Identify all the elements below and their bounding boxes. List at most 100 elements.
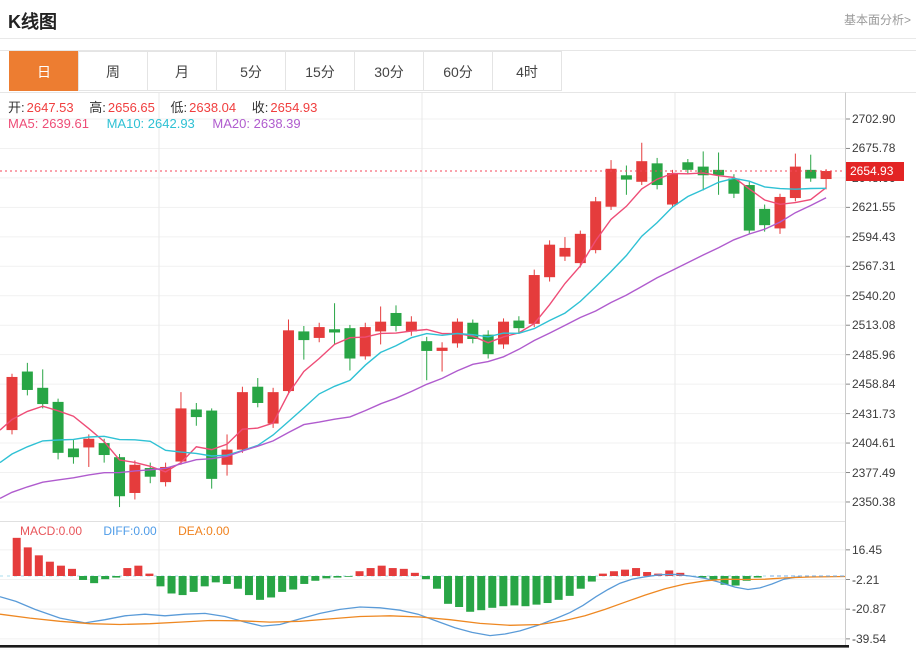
tab-day[interactable]: 日 (9, 51, 79, 91)
tab-week[interactable]: 周 (78, 51, 148, 91)
macd-histogram-bar (245, 576, 253, 595)
candle-body (344, 328, 355, 358)
macd-histogram-bar (190, 576, 198, 592)
y-axis-label: 2702.90 (852, 112, 895, 126)
high-value: 2656.65 (108, 100, 155, 115)
candle-body (375, 322, 386, 332)
ma10-line (0, 178, 826, 462)
candle-body (360, 327, 371, 356)
macd-histogram-bar (134, 566, 142, 576)
candle-body (452, 322, 463, 344)
macd-info-row: MACD:0.00 DIFF:0.00 DEA:0.00 (20, 524, 229, 538)
close-label: 收: (252, 100, 269, 115)
candle-body (544, 245, 555, 278)
macd-histogram-bar (212, 576, 220, 582)
tab-month[interactable]: 月 (147, 51, 217, 91)
y-axis-label: 2404.61 (852, 436, 895, 450)
candle-body (83, 439, 94, 448)
y-axis-label: 2675.78 (852, 141, 895, 155)
candle-body (22, 372, 33, 390)
ma-info-row: MA5: 2639.61 MA10: 2642.93 MA20: 2638.39 (8, 116, 301, 131)
ma20-readout: MA20: 2638.39 (212, 116, 300, 131)
macd-histogram-bar (300, 576, 308, 584)
open-label: 开: (8, 100, 25, 115)
macd-histogram-bar (57, 566, 65, 576)
macd-histogram-bar (466, 576, 474, 612)
macd-histogram-bar (632, 568, 640, 576)
candle-body (682, 162, 693, 170)
high-label: 高: (89, 100, 106, 115)
macd-histogram-bar (621, 570, 629, 576)
y-axis-label: 2431.73 (852, 407, 895, 421)
low-label: 低: (171, 100, 188, 115)
macd-histogram-bar (588, 576, 596, 582)
macd-histogram-bar (533, 576, 541, 605)
candle-body (298, 331, 309, 340)
candle-body (667, 173, 678, 204)
candle-body (175, 408, 186, 461)
tab-30min[interactable]: 30分 (354, 51, 424, 91)
y-axis-label: 2594.43 (852, 230, 895, 244)
candle-body (283, 330, 294, 391)
macd-histogram-bar (422, 576, 430, 579)
candle-body (114, 457, 125, 496)
y-axis-label: 2540.20 (852, 289, 895, 303)
current-price-badge: 2654.93 (846, 162, 904, 181)
page-title: K线图 (8, 8, 57, 34)
macd-histogram-bar (267, 576, 275, 597)
macd-histogram-bar (345, 576, 353, 577)
candle-body (268, 392, 279, 423)
tab-60min[interactable]: 60分 (423, 51, 493, 91)
interval-tabs: 日周月5分15分30分60分4时 (10, 51, 562, 91)
low-value: 2638.04 (189, 100, 236, 115)
macd-histogram-bar (333, 576, 341, 578)
macd-readout: MACD:0.00 (20, 524, 82, 538)
macd-histogram-bar (566, 576, 574, 596)
candle-body (529, 275, 540, 324)
macd-histogram-bar (68, 569, 76, 576)
macd-histogram-bar (455, 576, 463, 607)
dea-readout: DEA:0.00 (178, 524, 229, 538)
fundamental-analysis-link[interactable]: 基本面分析> (844, 11, 911, 28)
candle-body (513, 321, 524, 329)
tab-15min[interactable]: 15分 (285, 51, 355, 91)
macd-histogram-bar (643, 572, 651, 576)
macd-histogram-bar (201, 576, 209, 586)
macd-axis-label: -2.21 (852, 573, 879, 587)
macd-histogram-bar (732, 576, 740, 586)
macd-histogram-bar (13, 538, 21, 576)
y-axis-label: 2621.55 (852, 200, 895, 214)
candle-body (37, 388, 48, 404)
macd-histogram-bar (599, 574, 607, 576)
y-axis-label: 2350.38 (852, 495, 895, 509)
macd-axis-label: 16.45 (852, 543, 882, 557)
y-axis-label: 2377.49 (852, 466, 895, 480)
tab-5min[interactable]: 5分 (216, 51, 286, 91)
macd-histogram-bar (577, 576, 585, 589)
macd-histogram-bar (521, 576, 529, 606)
macd-histogram-bar (223, 576, 231, 584)
macd-histogram-bar (378, 566, 386, 576)
macd-histogram-bar (234, 576, 242, 589)
macd-histogram-bar (389, 568, 397, 576)
macd-histogram-bar (123, 568, 131, 576)
macd-histogram-bar (145, 574, 153, 576)
macd-histogram-bar (477, 576, 485, 610)
ma10-readout: MA10: 2642.93 (107, 116, 195, 131)
macd-histogram-bar (433, 576, 441, 589)
candle-body (252, 387, 263, 403)
macd-histogram-bar (544, 576, 552, 603)
candle-body (606, 169, 617, 207)
macd-histogram-bar (278, 576, 286, 592)
ohlc-info-row: 开:2647.53 高:2656.65 低:2638.04 收:2654.93 (8, 97, 317, 116)
y-axis-label: 2567.31 (852, 259, 895, 273)
candle-body (437, 348, 448, 351)
close-value: 2654.93 (270, 100, 317, 115)
candle-body (68, 449, 79, 458)
candle-body (590, 201, 601, 250)
macd-histogram-bar (168, 576, 176, 593)
macd-histogram-bar (35, 555, 43, 576)
tab-4hour[interactable]: 4时 (492, 51, 562, 91)
candle-body (483, 335, 494, 355)
macd-histogram-bar (411, 573, 419, 576)
